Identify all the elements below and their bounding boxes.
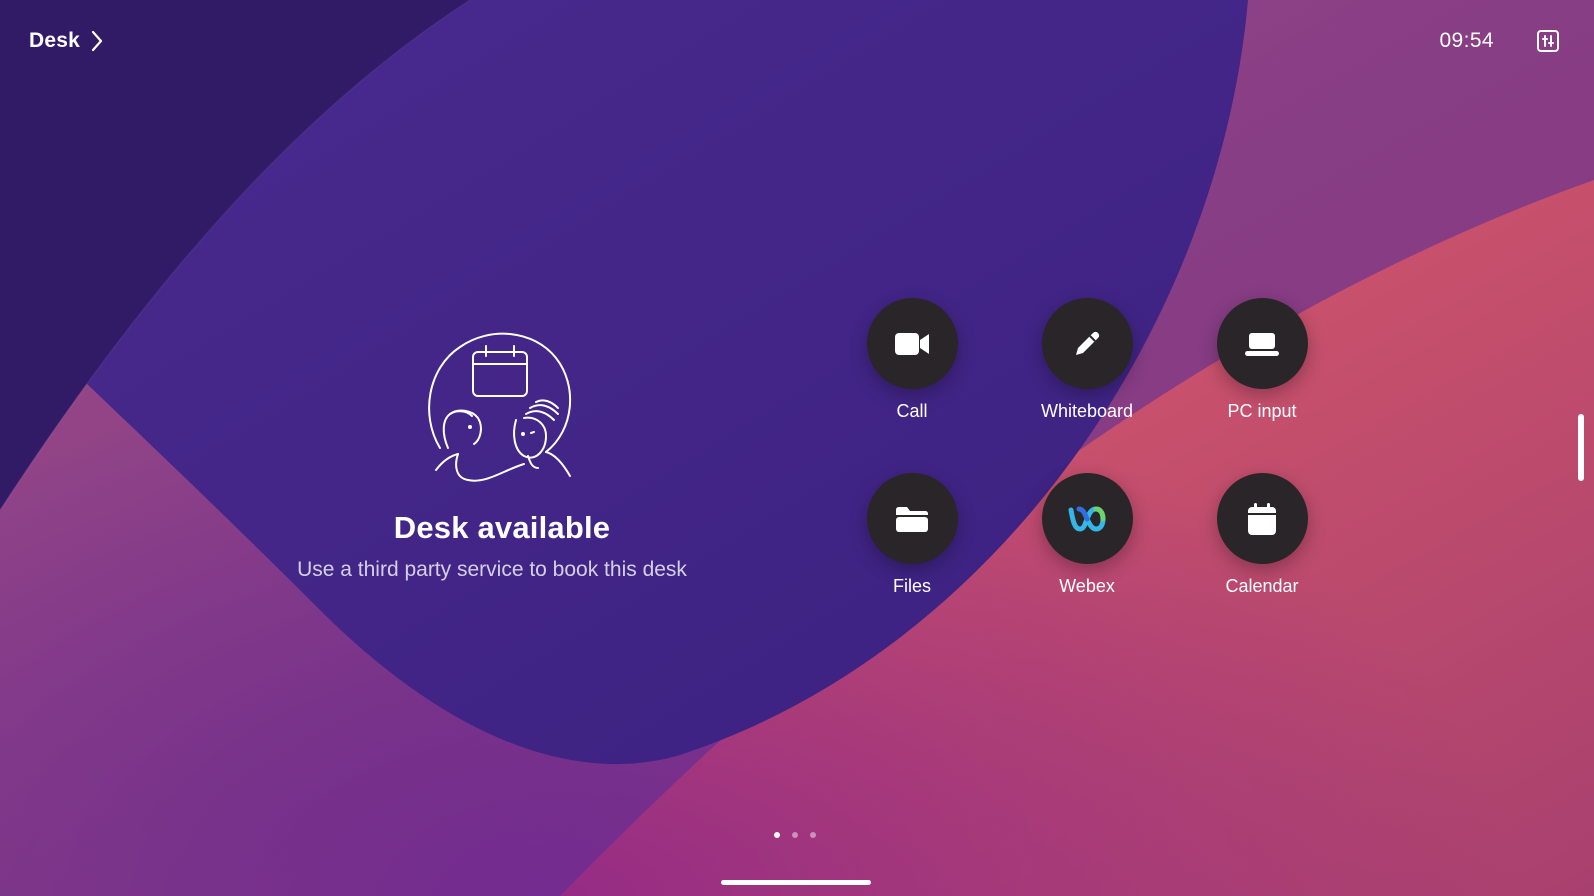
home-indicator-bar[interactable] xyxy=(721,880,871,885)
control-panel-button[interactable] xyxy=(1536,29,1560,53)
status-subtitle: Use a third party service to book this d… xyxy=(297,558,687,581)
whiteboard-button[interactable]: Whiteboard xyxy=(1007,298,1167,448)
pc-input-button-circle xyxy=(1216,298,1308,389)
side-scroll-indicator[interactable] xyxy=(1578,414,1584,481)
room-name: Desk xyxy=(29,29,81,52)
calendar-label: Calendar xyxy=(1225,576,1299,596)
pc-input-button[interactable]: PC input xyxy=(1182,298,1342,448)
page-dot-2[interactable] xyxy=(792,832,798,838)
pc-input-label: PC input xyxy=(1227,401,1297,421)
calendar-icon xyxy=(1248,502,1276,535)
home-screen: Desk 09:54 Desk available Use a third pa… xyxy=(0,0,1594,896)
call-button-circle xyxy=(866,298,958,389)
video-camera-icon xyxy=(895,332,929,355)
page-indicator xyxy=(774,832,816,838)
calendar-button-circle xyxy=(1216,473,1308,564)
files-button[interactable]: Files xyxy=(832,473,992,623)
status-title: Desk available xyxy=(393,510,611,545)
files-label: Files xyxy=(892,576,931,596)
page-dot-3[interactable] xyxy=(810,832,816,838)
whiteboard-label: Whiteboard xyxy=(1040,401,1134,421)
webex-logo-icon xyxy=(1068,505,1106,532)
laptop-icon xyxy=(1245,332,1279,356)
webex-button-circle xyxy=(1041,473,1133,564)
room-name-button[interactable]: Desk xyxy=(29,27,104,55)
webex-label: Webex xyxy=(1059,576,1115,596)
page-dot-1[interactable] xyxy=(774,832,780,838)
files-button-circle xyxy=(866,473,958,564)
chevron-right-icon xyxy=(90,30,104,52)
control-panel-icon xyxy=(1537,30,1559,52)
clock: 09:54 xyxy=(1439,29,1494,52)
whiteboard-button-circle xyxy=(1041,298,1133,389)
desk-booking-illustration xyxy=(428,332,572,482)
calendar-button[interactable]: Calendar xyxy=(1182,473,1342,623)
call-button[interactable]: Call xyxy=(832,298,992,448)
call-label: Call xyxy=(896,401,928,421)
pencil-icon xyxy=(1076,331,1100,355)
webex-button[interactable]: Webex xyxy=(1007,473,1167,623)
folder-icon xyxy=(896,506,928,532)
